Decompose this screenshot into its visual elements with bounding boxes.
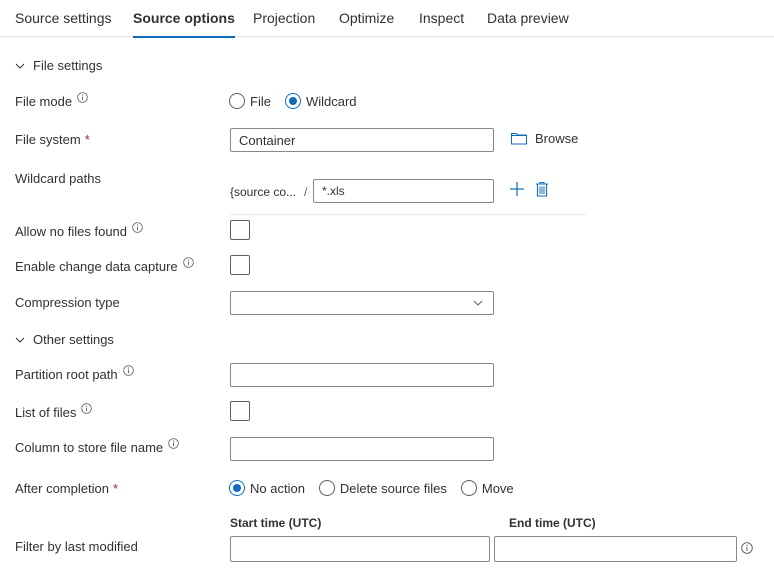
partition-root-path-label: Partition root path (15, 365, 134, 382)
info-icon[interactable] (168, 438, 179, 449)
browse-button[interactable]: Browse (511, 131, 578, 146)
folder-icon (511, 133, 527, 145)
tab-projection[interactable]: Projection (253, 10, 315, 37)
start-time-input[interactable] (230, 536, 490, 562)
file-system-text: File system (15, 132, 81, 147)
tab-bar: Source settings Source options Projectio… (0, 0, 774, 38)
after-completion-option-move[interactable]: Move (460, 480, 514, 496)
radio-circle[interactable] (318, 480, 335, 496)
file-mode-option-wildcard[interactable]: Wildcard (284, 93, 357, 109)
enable-cdc-label: Enable change data capture (15, 257, 194, 274)
chevron-down-icon (473, 300, 483, 306)
end-time-label: End time (UTC) (509, 516, 596, 530)
tab-inspect[interactable]: Inspect (419, 10, 464, 37)
required-mark: * (84, 132, 90, 147)
radio-label: Wildcard (305, 93, 357, 109)
list-of-files-checkbox[interactable] (230, 401, 250, 421)
wildcard-path-value: *.xls (322, 184, 345, 198)
chevron-down-icon (15, 63, 25, 69)
after-completion-text: After completion (15, 481, 109, 496)
compression-type-label: Compression type (15, 295, 120, 310)
allow-no-files-label: Allow no files found (15, 222, 143, 239)
compression-type-dropdown[interactable] (230, 291, 494, 315)
partition-root-path-text: Partition root path (15, 367, 118, 382)
info-icon[interactable] (77, 92, 88, 103)
info-icon[interactable] (122, 365, 134, 376)
radio-circle[interactable] (460, 480, 477, 496)
after-completion-option-delete[interactable]: Delete source files (318, 480, 447, 496)
start-time-label: Start time (UTC) (230, 516, 322, 530)
partition-root-path-input[interactable] (230, 363, 494, 387)
list-of-files-text: List of files (15, 405, 77, 420)
filter-last-modified-label: Filter by last modified (15, 539, 138, 554)
file-mode-option-file[interactable]: File (229, 93, 271, 109)
compression-type-text: Compression type (15, 295, 120, 310)
enable-cdc-checkbox[interactable] (230, 255, 250, 275)
tab-optimize[interactable]: Optimize (339, 10, 394, 37)
radio-label: Delete source files (339, 480, 447, 496)
tab-source-options[interactable]: Source options (133, 10, 235, 38)
column-file-name-text: Column to store file name (15, 440, 164, 455)
file-settings-heading: File settings (33, 58, 103, 73)
file-system-input[interactable]: Container (230, 128, 494, 152)
other-settings-toggle[interactable]: Other settings (15, 332, 114, 347)
info-icon[interactable] (182, 257, 194, 268)
wildcard-paths-text: Wildcard paths (15, 171, 101, 186)
wildcard-path-prefix: {source co... (230, 185, 297, 199)
tab-source-settings[interactable]: Source settings (15, 10, 112, 37)
info-icon[interactable] (741, 542, 753, 554)
wildcard-divider (230, 214, 586, 215)
after-completion-option-no-action[interactable]: No action (229, 480, 305, 496)
file-system-value: Container (239, 132, 296, 148)
radio-circle[interactable] (229, 480, 245, 496)
wildcard-path-separator: / (304, 185, 308, 199)
end-time-input[interactable] (494, 536, 737, 562)
info-icon[interactable] (132, 222, 143, 233)
tab-data-preview[interactable]: Data preview (487, 10, 569, 37)
required-mark: * (112, 481, 118, 496)
info-icon[interactable] (81, 403, 93, 414)
trash-icon[interactable] (535, 181, 549, 197)
file-mode-radio-group: File Wildcard (229, 93, 371, 109)
file-mode-label: File mode (15, 92, 88, 109)
radio-circle[interactable] (284, 93, 301, 109)
file-settings-toggle[interactable]: File settings (15, 58, 102, 73)
radio-label: Move (481, 480, 514, 496)
filter-last-modified-text: Filter by last modified (15, 539, 138, 554)
wildcard-path-input[interactable]: *.xls (313, 179, 494, 203)
radio-circle[interactable] (229, 93, 245, 109)
radio-label: No action (250, 480, 305, 496)
after-completion-radio-group: No action Delete source files Move (229, 480, 528, 496)
file-mode-text: File mode (15, 94, 73, 109)
column-file-name-label: Column to store file name (15, 438, 179, 455)
list-of-files-label: List of files (15, 403, 93, 420)
allow-no-files-text: Allow no files found (15, 224, 128, 239)
wildcard-paths-label: Wildcard paths (15, 171, 101, 186)
column-file-name-input[interactable] (230, 437, 494, 461)
add-icon[interactable] (509, 181, 525, 197)
other-settings-heading: Other settings (33, 332, 114, 347)
radio-label: File (250, 93, 271, 109)
allow-no-files-checkbox[interactable] (230, 220, 250, 240)
browse-label: Browse (535, 131, 579, 146)
after-completion-label: After completion * (15, 481, 118, 496)
file-system-label: File system * (15, 132, 90, 147)
enable-cdc-text: Enable change data capture (15, 259, 178, 274)
chevron-down-icon (15, 337, 25, 343)
